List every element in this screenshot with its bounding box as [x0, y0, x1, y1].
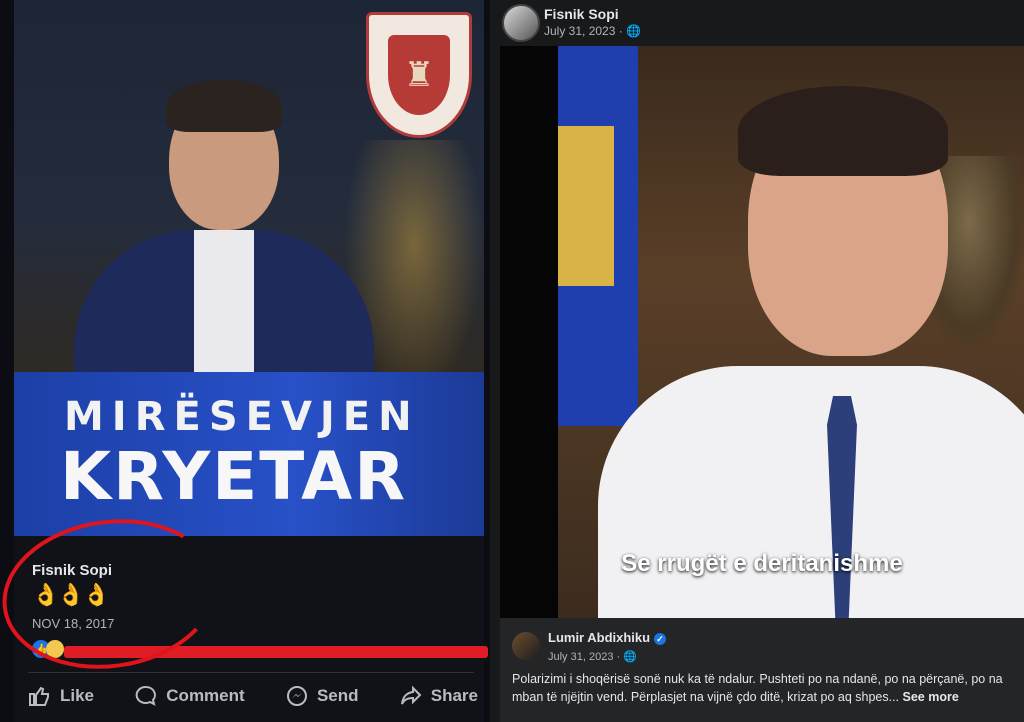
globe-icon: 🌐	[623, 651, 637, 663]
comment-label: Comment	[166, 686, 245, 705]
messenger-icon	[286, 686, 307, 706]
post-date[interactable]: July 31, 2023 · 🌐	[544, 24, 641, 38]
share-icon	[400, 685, 422, 705]
share-label: Share	[430, 686, 478, 705]
comment-button[interactable]: Comment	[134, 684, 245, 708]
post-actions: Like Comment Send Share	[28, 684, 478, 708]
avatar[interactable]	[512, 632, 540, 660]
shared-author-name: Lumir Abdixhiku	[548, 630, 651, 645]
globe-icon: 🌐	[626, 24, 642, 38]
send-button[interactable]: Send	[285, 684, 359, 708]
post-author[interactable]: Fisnik Sopi	[544, 6, 619, 22]
speaker-photo	[598, 66, 1024, 618]
divider	[28, 672, 474, 673]
shared-text: Polarizimi i shoqërisë sonë nuk ka të nd…	[512, 670, 1024, 706]
video-caption: Se rrugët e deritanishme	[621, 550, 903, 577]
see-more-link[interactable]: See more	[903, 690, 959, 704]
thumbs-up-icon	[29, 686, 49, 706]
send-label: Send	[316, 686, 359, 705]
verified-badge-icon: ✓	[654, 632, 667, 645]
welcome-banner: MIRËSEVJEN KRYETAR	[14, 372, 484, 536]
share-button[interactable]: Share	[399, 684, 478, 708]
shared-date-text: July 31, 2023 ·	[548, 651, 624, 663]
shared-post: Lumir Abdixhiku ✓ July 31, 2023 · 🌐 Polar…	[500, 618, 1024, 722]
coat-of-arms-icon: ♜	[366, 12, 472, 138]
person-photo	[74, 80, 374, 400]
video-frame	[558, 46, 1024, 618]
like-button[interactable]: Like	[28, 684, 94, 708]
post-header	[502, 4, 540, 42]
like-label: Like	[60, 686, 95, 705]
post-date-text: July 31, 2023 ·	[544, 24, 627, 38]
comment-icon	[135, 685, 157, 706]
video-player[interactable]: Se rrugët e deritanishme	[500, 46, 1024, 618]
banner-line2: KRYETAR	[60, 438, 408, 515]
shared-date[interactable]: July 31, 2023 · 🌐	[548, 650, 637, 663]
shared-author[interactable]: Lumir Abdixhiku ✓	[548, 630, 667, 645]
left-screenshot: ♜ MIRËSEVJEN KRYETAR Fisnik Sopi 👌👌👌 NOV…	[0, 0, 490, 722]
right-screenshot: Fisnik Sopi July 31, 2023 · 🌐 Se rrugët …	[490, 0, 1024, 722]
banner-line1: MIRËSEVJEN	[64, 394, 420, 440]
avatar[interactable]	[502, 4, 540, 42]
